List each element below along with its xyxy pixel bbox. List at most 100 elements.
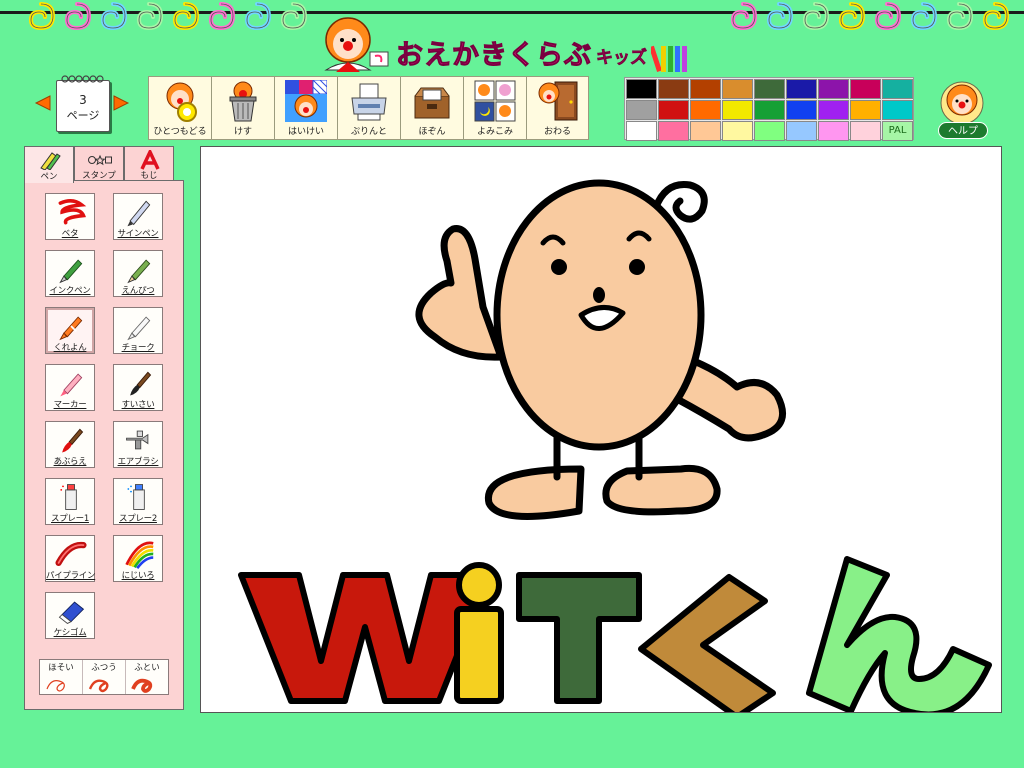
witkun-letters [238, 556, 992, 712]
binder-ring-icon [206, 0, 236, 32]
tool-label: えんぴつ [121, 286, 155, 296]
airbrush-icon [126, 430, 149, 450]
color-swatch[interactable] [722, 100, 753, 120]
tool-label: あぶらえ [53, 457, 87, 467]
letter-a-icon [140, 150, 160, 170]
color-swatch[interactable] [818, 100, 849, 120]
main-toolbar: ひとつもどる けす はいけい ぷりんと ほぞん よみこみ おわる [148, 76, 589, 140]
rainbow-icon [125, 541, 154, 570]
tool-label: スプレー1 [51, 514, 89, 524]
color-swatch[interactable] [690, 121, 721, 141]
thin-stroke-icon [46, 680, 65, 692]
background-button[interactable]: はいけい [274, 76, 337, 140]
tab-text[interactable]: もじ [124, 146, 174, 182]
tab-stamp[interactable]: スタンプ [74, 146, 124, 182]
binder-ring-icon [908, 0, 938, 32]
tool-ink-pen-button[interactable]: インクペン [45, 250, 95, 297]
binder-ring-icon [872, 0, 902, 32]
pen-tools-grid: ベタ サインペンインクペン えんぴつくれよん チョーク マーカー すいさいあぶらえ エアブラ… [45, 193, 163, 639]
tool-pencil-button[interactable]: えんぴつ [113, 250, 163, 297]
tool-watercolor-button[interactable]: すいさい [113, 364, 163, 411]
crayon-icon [59, 316, 83, 341]
tool-eraser-button[interactable]: ケシゴム [45, 592, 95, 639]
marker-icon [60, 373, 83, 397]
width-normal-button[interactable]: ふつう [83, 660, 126, 694]
tool-label: インクペン [49, 286, 91, 296]
save-box-icon [414, 87, 450, 119]
color-swatch[interactable] [626, 121, 657, 141]
color-swatch[interactable] [818, 79, 849, 99]
color-swatch[interactable] [786, 100, 817, 120]
binder-ring-icon [800, 0, 830, 32]
normal-stroke-icon [88, 679, 109, 693]
next-page-arrow-icon[interactable] [112, 92, 132, 114]
tool-chalk-button[interactable]: チョーク [113, 307, 163, 354]
color-swatch[interactable] [658, 79, 689, 99]
tool-beta-button[interactable]: ベタ [45, 193, 95, 240]
tool-label: くれよん [53, 343, 87, 353]
tool-airbrush-button[interactable]: エアブラシ [113, 421, 163, 468]
prev-page-arrow-icon[interactable] [32, 92, 52, 114]
color-swatch[interactable] [786, 121, 817, 141]
width-thin-button[interactable]: ほそい [40, 660, 83, 694]
help-button[interactable]: ヘルプ [936, 80, 990, 140]
quit-label: おわる [543, 127, 571, 137]
print-button[interactable]: ぷりんと [337, 76, 400, 140]
undo-button[interactable]: ひとつもどる [148, 76, 211, 140]
save-label: ほぞん [418, 127, 446, 137]
page-number: 3 [79, 93, 87, 107]
oil-paint-brush-icon [62, 428, 84, 453]
stroke-width-selector: ほそい ふつう ふとい [39, 659, 169, 695]
pen-tab-icon [40, 152, 61, 170]
color-swatch[interactable] [850, 121, 881, 141]
tab-pen-label: ペン [40, 172, 58, 182]
color-swatch[interactable] [754, 100, 785, 120]
color-swatch[interactable] [850, 79, 881, 99]
color-swatch[interactable] [626, 100, 657, 120]
erase-button[interactable]: けす [211, 76, 274, 140]
tool-sign-pen-button[interactable]: サインペン [113, 193, 163, 240]
tool-rainbow-button[interactable]: にじいろ [113, 535, 163, 582]
tool-spray1-button[interactable]: スプレー1 [45, 478, 95, 525]
pencils-icon [651, 45, 687, 72]
color-swatch[interactable] [722, 79, 753, 99]
color-swatch[interactable] [786, 79, 817, 99]
color-swatch[interactable] [882, 79, 913, 99]
quit-button[interactable]: おわる [526, 76, 589, 140]
color-swatch[interactable] [850, 100, 881, 120]
tab-pen[interactable]: ペン [24, 146, 74, 183]
load-button[interactable]: よみこみ [463, 76, 526, 140]
color-swatch[interactable] [690, 100, 721, 120]
spray-can-2-icon [127, 484, 145, 510]
color-swatch[interactable] [818, 121, 849, 141]
color-swatch[interactable] [722, 121, 753, 141]
pen-tools-panel: ベタ サインペンインクペン えんぴつくれよん チョーク マーカー すいさいあぶらえ エアブラ… [24, 180, 184, 710]
color-swatch[interactable] [658, 100, 689, 120]
color-swatch[interactable] [690, 79, 721, 99]
tool-spray2-button[interactable]: スプレー2 [113, 478, 163, 525]
binder-ring-icon [242, 0, 272, 32]
pal-button[interactable]: PAL [882, 121, 913, 141]
color-swatch[interactable] [626, 79, 657, 99]
tool-marker-button[interactable]: マーカー [45, 364, 95, 411]
width-thick-button[interactable]: ふとい [126, 660, 168, 694]
color-swatch[interactable] [882, 100, 913, 120]
save-button[interactable]: ほぞん [400, 76, 463, 140]
tool-crayon-button[interactable]: くれよん [45, 307, 95, 354]
witkun-character [415, 179, 787, 520]
binder-ring-icon [170, 0, 200, 32]
load-label: よみこみ [476, 127, 513, 137]
fountain-pen-icon [59, 259, 83, 284]
tool-oil-button[interactable]: あぶらえ [45, 421, 95, 468]
binder-ring-icon [98, 0, 128, 32]
pencil-icon [127, 259, 151, 284]
tool-label: ベタ [61, 229, 79, 239]
tool-pipeline-button[interactable]: パイプライン [45, 535, 96, 582]
color-swatch[interactable] [658, 121, 689, 141]
tool-tabs: ペン スタンプ もじ [24, 146, 174, 183]
tool-label: パイプライン [46, 571, 96, 581]
drawing-canvas[interactable] [200, 146, 1002, 713]
color-swatch[interactable] [754, 121, 785, 141]
color-swatch[interactable] [754, 79, 785, 99]
load-pictures-icon [474, 80, 516, 122]
